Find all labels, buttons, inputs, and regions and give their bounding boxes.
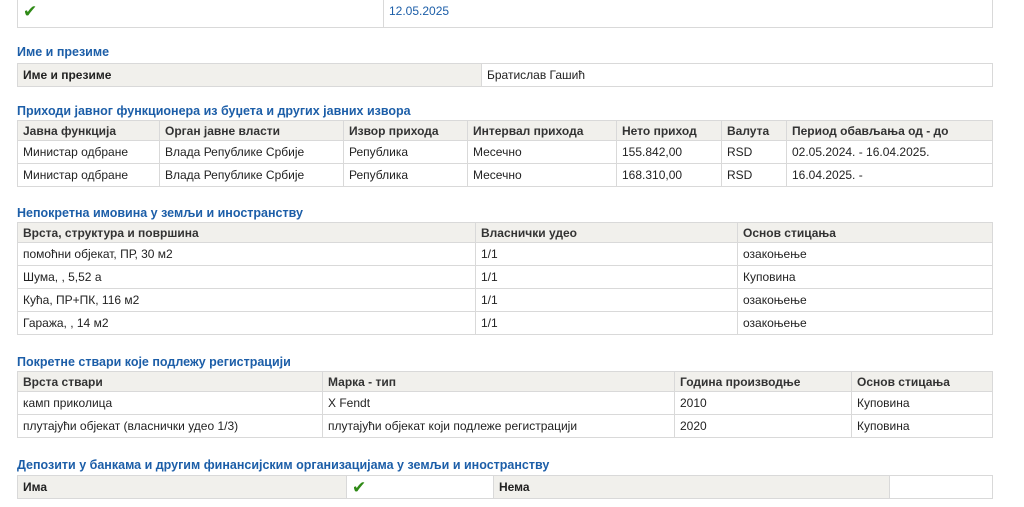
table-cell: помоћни објекат, ПР, 30 м2	[17, 242, 476, 266]
table-cell: 1/1	[475, 288, 738, 312]
table-header-row: Врста ствари Марка - тип Година производ…	[17, 371, 993, 392]
table-cell: озакоњење	[737, 311, 993, 335]
column-header: Година производње	[674, 371, 852, 392]
table-cell: Кућа, ПР+ПК, 116 м2	[17, 288, 476, 312]
table-row: Шума, , 5,52 а 1/1 Куповина	[17, 265, 993, 289]
table-cell: 168.310,00	[616, 163, 722, 187]
table-cell: Куповина	[737, 265, 993, 289]
table-row: плутајући објекат (власнички удео 1/3) п…	[17, 414, 993, 438]
column-header: Период обављања од - до	[786, 120, 993, 141]
checkmark-icon: ✔	[23, 1, 38, 21]
table-cell: Месечно	[467, 140, 617, 164]
table-row: Име и презиме Братислав Гашић	[17, 63, 993, 87]
table-cell: плутајући објекат (власнички удео 1/3)	[17, 414, 323, 438]
table-cell: озакоњење	[737, 242, 993, 266]
deposits-has-value: ✔	[346, 475, 494, 499]
column-header: Основ стицања	[851, 371, 993, 392]
table-cell: Република	[343, 140, 468, 164]
table-cell: X Fendt	[322, 391, 675, 415]
table-cell: RSD	[721, 163, 787, 187]
table-cell: RSD	[721, 140, 787, 164]
section-title-movables: Покретне ствари које подлежу регистрациј…	[17, 355, 291, 369]
column-header: Валута	[721, 120, 787, 141]
table-cell: плутајући објекат који подлеже регистрац…	[322, 414, 675, 438]
income-table: Јавна функција Орган јавне власти Извор …	[17, 120, 993, 187]
section-title-real-estate: Непокретна имовина у земљи и иностранств…	[17, 206, 303, 220]
table-row: Има ✔ Нема	[17, 475, 993, 499]
table-cell: 2020	[674, 414, 852, 438]
column-header: Нето приход	[616, 120, 722, 141]
table-cell: Куповина	[851, 414, 993, 438]
table-cell: Гаража, , 14 м2	[17, 311, 476, 335]
table-row: Гаража, , 14 м2 1/1 озакоњење	[17, 311, 993, 335]
table-cell: Министар одбране	[17, 140, 160, 164]
table-row: помоћни објекат, ПР, 30 м2 1/1 озакоњење	[17, 242, 993, 266]
table-cell: Шума, , 5,52 а	[17, 265, 476, 289]
deposits-table: Има ✔ Нема	[17, 475, 993, 499]
section-title-income: Приходи јавног функционера из буџета и д…	[17, 104, 411, 118]
checkmark-icon: ✔	[352, 477, 367, 497]
deposits-has-label: Има	[17, 475, 347, 499]
deposits-none-label: Нема	[493, 475, 890, 499]
table-header-row: Јавна функција Орган јавне власти Извор …	[17, 120, 993, 141]
movables-table: Врста ствари Марка - тип Година производ…	[17, 371, 993, 438]
column-header: Извор прихода	[343, 120, 468, 141]
table-row: Кућа, ПР+ПК, 116 м2 1/1 озакоњење	[17, 288, 993, 312]
table-cell: камп приколица	[17, 391, 323, 415]
table-cell: 2010	[674, 391, 852, 415]
table-cell: 155.842,00	[616, 140, 722, 164]
column-header: Врста ствари	[17, 371, 323, 392]
column-header: Интервал прихода	[467, 120, 617, 141]
name-value: Братислав Гашић	[481, 63, 993, 87]
table-cell: 1/1	[475, 311, 738, 335]
table-cell: Република	[343, 163, 468, 187]
name-table: Име и презиме Братислав Гашић	[17, 63, 993, 87]
table-cell: 1/1	[475, 242, 738, 266]
table-cell: Влада Републике Србије	[159, 163, 344, 187]
table-row: камп приколица X Fendt 2010 Куповина	[17, 391, 993, 415]
section-title-deposits: Депозити у банкама и другим финансијским…	[17, 458, 550, 472]
column-header: Орган јавне власти	[159, 120, 344, 141]
section-title-name: Име и презиме	[17, 45, 110, 59]
table-cell: 16.04.2025. -	[786, 163, 993, 187]
table-cell: 1/1	[475, 265, 738, 289]
check-cell: ✔	[17, 0, 384, 28]
table-row: Министар одбране Влада Републике Србије …	[17, 140, 993, 164]
table-header-row: Врста, структура и површина Власнички уд…	[17, 222, 993, 243]
deposits-none-value	[889, 475, 993, 499]
table-cell: Влада Републике Србије	[159, 140, 344, 164]
table-cell: Куповина	[851, 391, 993, 415]
table-cell: Месечно	[467, 163, 617, 187]
column-header: Јавна функција	[17, 120, 160, 141]
real-estate-table: Врста, структура и површина Власнички уд…	[17, 222, 993, 335]
table-cell: озакоњење	[737, 288, 993, 312]
table-row: Министар одбране Влада Републике Србије …	[17, 163, 993, 187]
table-row: ✔ 12.05.2025	[17, 0, 993, 28]
table-cell: Министар одбране	[17, 163, 160, 187]
column-header: Основ стицања	[737, 222, 993, 243]
name-label: Име и презиме	[17, 63, 482, 87]
column-header: Марка - тип	[322, 371, 675, 392]
column-header: Врста, структура и површина	[17, 222, 476, 243]
top-status-table: ✔ 12.05.2025	[17, 0, 993, 28]
date-value: 12.05.2025	[383, 0, 993, 28]
table-cell: 02.05.2024. - 16.04.2025.	[786, 140, 993, 164]
column-header: Власнички удео	[475, 222, 738, 243]
